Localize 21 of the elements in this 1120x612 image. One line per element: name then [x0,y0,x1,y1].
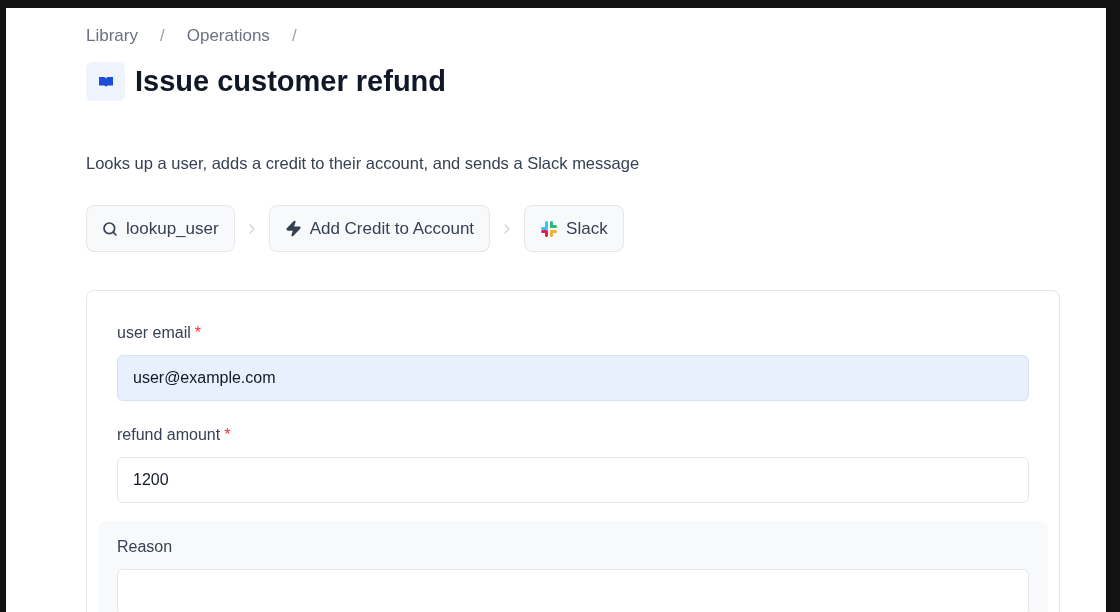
required-asterisk: * [224,425,231,446]
step-chip[interactable]: lookup_user [86,205,235,253]
breadcrumb-link[interactable]: Operations [186,23,270,49]
search-icon [102,220,118,237]
breadcrumb-separator: / [291,25,297,48]
field-label: Reason [117,537,173,558]
step-chip[interactable]: Slack [524,205,624,253]
book-icon [86,62,125,102]
text-field[interactable] [117,569,1029,612]
page-title: Issue customer refund [135,64,447,99]
description: Looks up a user, adds a credit to their account, and sends a Slack message [86,152,641,174]
slack-logo-icon [540,219,559,238]
text-field[interactable]: 1200 [117,457,1029,504]
required-asterisk: * [194,323,202,344]
field-label: refund amount [117,425,221,446]
breadcrumb-separator: / [159,25,165,48]
field-label: user email [117,323,191,344]
text-field[interactable]: user@example.com [117,355,1029,402]
breadcrumb-link[interactable]: Library [86,23,138,49]
lightning-bolt-icon [284,220,302,238]
step-chip[interactable]: Add Credit to Account [268,205,491,253]
